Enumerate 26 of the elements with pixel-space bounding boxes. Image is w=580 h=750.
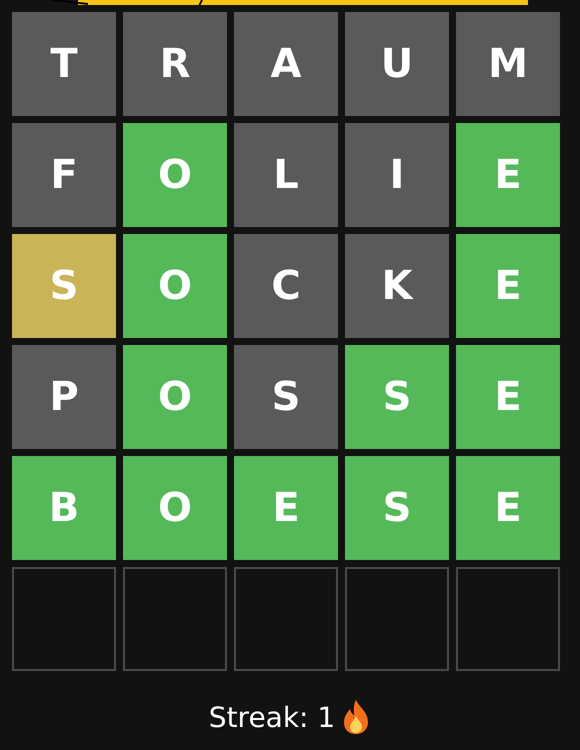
letter-tile: P [12,345,116,449]
letter-tile: O [123,456,227,560]
letter-tile: B [12,456,116,560]
letter-tile: O [123,123,227,227]
letter-tile: O [123,345,227,449]
letter-tile: R [123,12,227,116]
letter-tile: A [234,12,338,116]
letter-tile: C [234,234,338,338]
letter-tile: T [12,12,116,116]
letter-tile: S [234,345,338,449]
letter-tile: K [345,234,449,338]
letter-tile: L [234,123,338,227]
letter-tile: U [345,12,449,116]
letter-tile: S [345,345,449,449]
letter-tile: E [234,456,338,560]
letter-tile: E [456,123,560,227]
letter-tile: E [456,456,560,560]
streak-text: Streak: 1 [208,700,336,734]
letter-tile: E [456,345,560,449]
letter-tile: F [12,123,116,227]
letter-tile: S [12,234,116,338]
letter-tile: E [456,234,560,338]
letter-tile: O [123,234,227,338]
letter-tile: M [456,12,560,116]
letter-tile: I [345,123,449,227]
letter-tile: S [345,456,449,560]
